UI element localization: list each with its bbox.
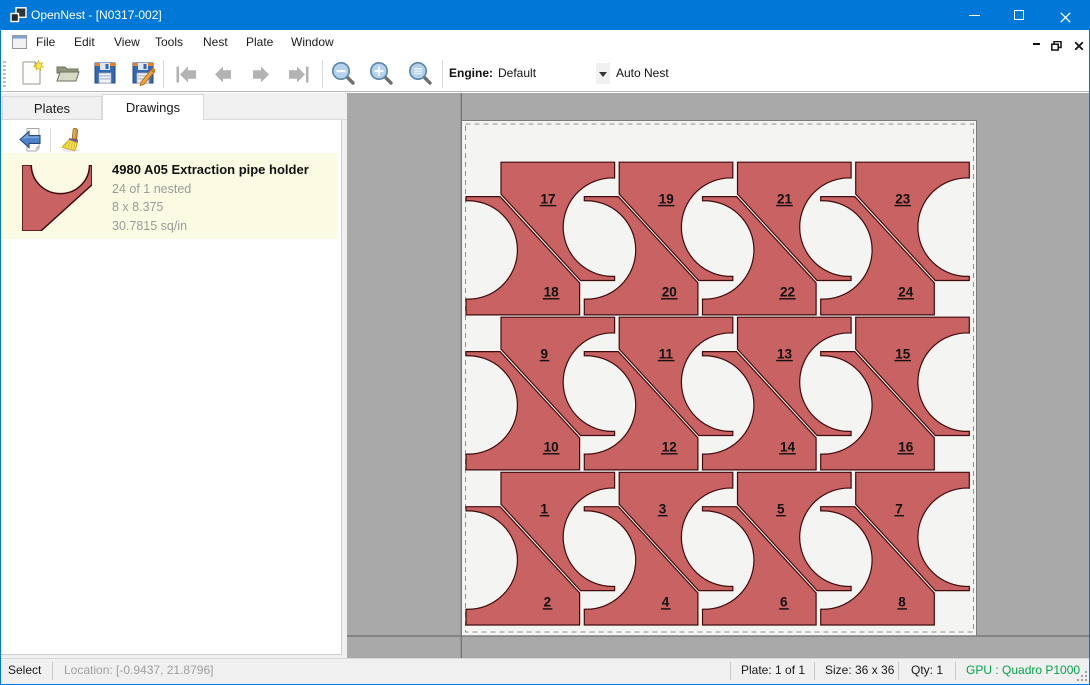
svg-text:10: 10 xyxy=(544,440,559,455)
svg-text:4: 4 xyxy=(662,595,670,610)
svg-text:3: 3 xyxy=(659,502,667,517)
svg-text:21: 21 xyxy=(777,191,793,206)
svg-text:24: 24 xyxy=(898,285,914,300)
svg-text:20: 20 xyxy=(662,285,677,300)
svg-text:11: 11 xyxy=(659,346,674,361)
svg-text:1: 1 xyxy=(541,502,549,517)
svg-text:16: 16 xyxy=(898,440,914,455)
svg-text:17: 17 xyxy=(541,191,556,206)
svg-text:18: 18 xyxy=(544,285,560,300)
svg-text:2: 2 xyxy=(544,595,552,610)
svg-text:5: 5 xyxy=(777,502,785,517)
svg-text:15: 15 xyxy=(895,346,911,361)
svg-text:13: 13 xyxy=(777,346,793,361)
svg-text:7: 7 xyxy=(895,502,903,517)
svg-text:6: 6 xyxy=(780,595,788,610)
svg-text:12: 12 xyxy=(662,440,677,455)
svg-text:22: 22 xyxy=(780,285,795,300)
svg-text:9: 9 xyxy=(541,346,549,361)
svg-text:14: 14 xyxy=(780,440,796,455)
svg-text:23: 23 xyxy=(895,191,911,206)
svg-text:8: 8 xyxy=(898,595,906,610)
svg-text:19: 19 xyxy=(659,191,674,206)
